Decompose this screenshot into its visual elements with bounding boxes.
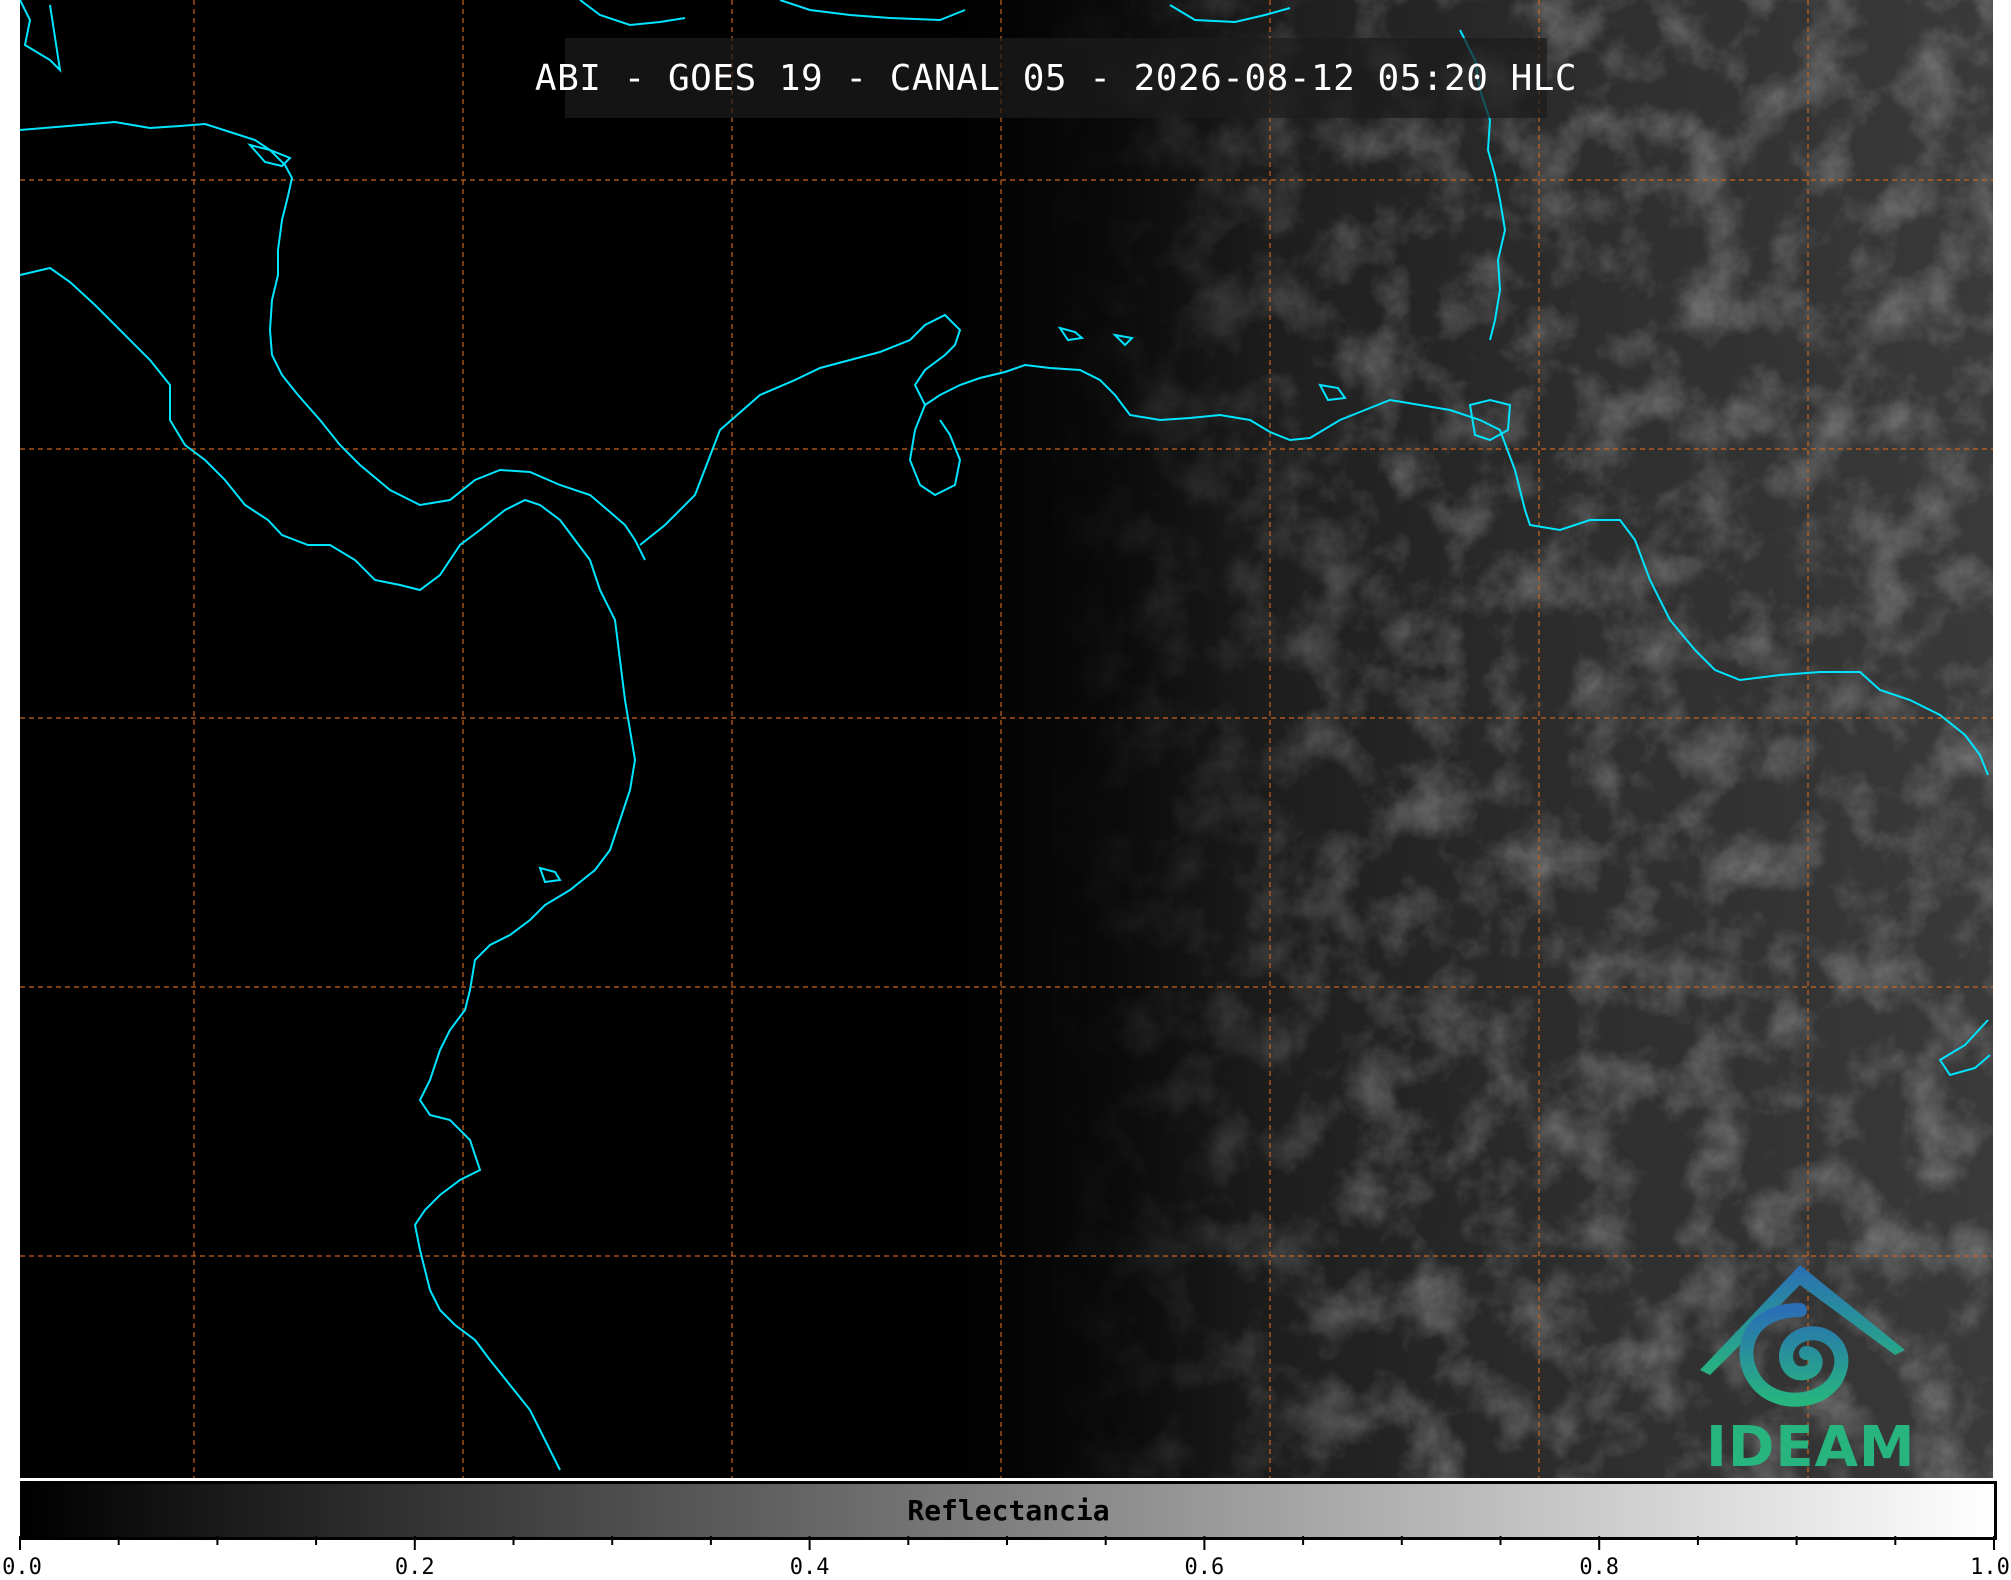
satellite-image-panel: ABI - GOES 19 - CANAL 05 - 2026-08-12 05… bbox=[20, 0, 1993, 1478]
colorbar-tick-label: 0.2 bbox=[394, 1555, 435, 1580]
colorbar-tick-label: 0.4 bbox=[789, 1555, 830, 1580]
colorbar-tick-label: 0.0 bbox=[2, 1555, 42, 1580]
colorbar-tick-label: 0.8 bbox=[1579, 1555, 1620, 1580]
map-title: ABI - GOES 19 - CANAL 05 - 2026-08-12 05… bbox=[534, 57, 1578, 99]
ideam-logo-text: IDEAM bbox=[1706, 1415, 1916, 1478]
colorbar-tick-label: 0.6 bbox=[1184, 1555, 1225, 1580]
colorbar-tick-label: 1.0 bbox=[1970, 1555, 2010, 1580]
title-banner: ABI - GOES 19 - CANAL 05 - 2026-08-12 05… bbox=[535, 38, 1577, 118]
colorbar-ticks bbox=[19, 1536, 1995, 1550]
reflectance-colorbar: Reflectancia bbox=[20, 1481, 1997, 1540]
colorbar-label: Reflectancia bbox=[907, 1494, 1110, 1527]
